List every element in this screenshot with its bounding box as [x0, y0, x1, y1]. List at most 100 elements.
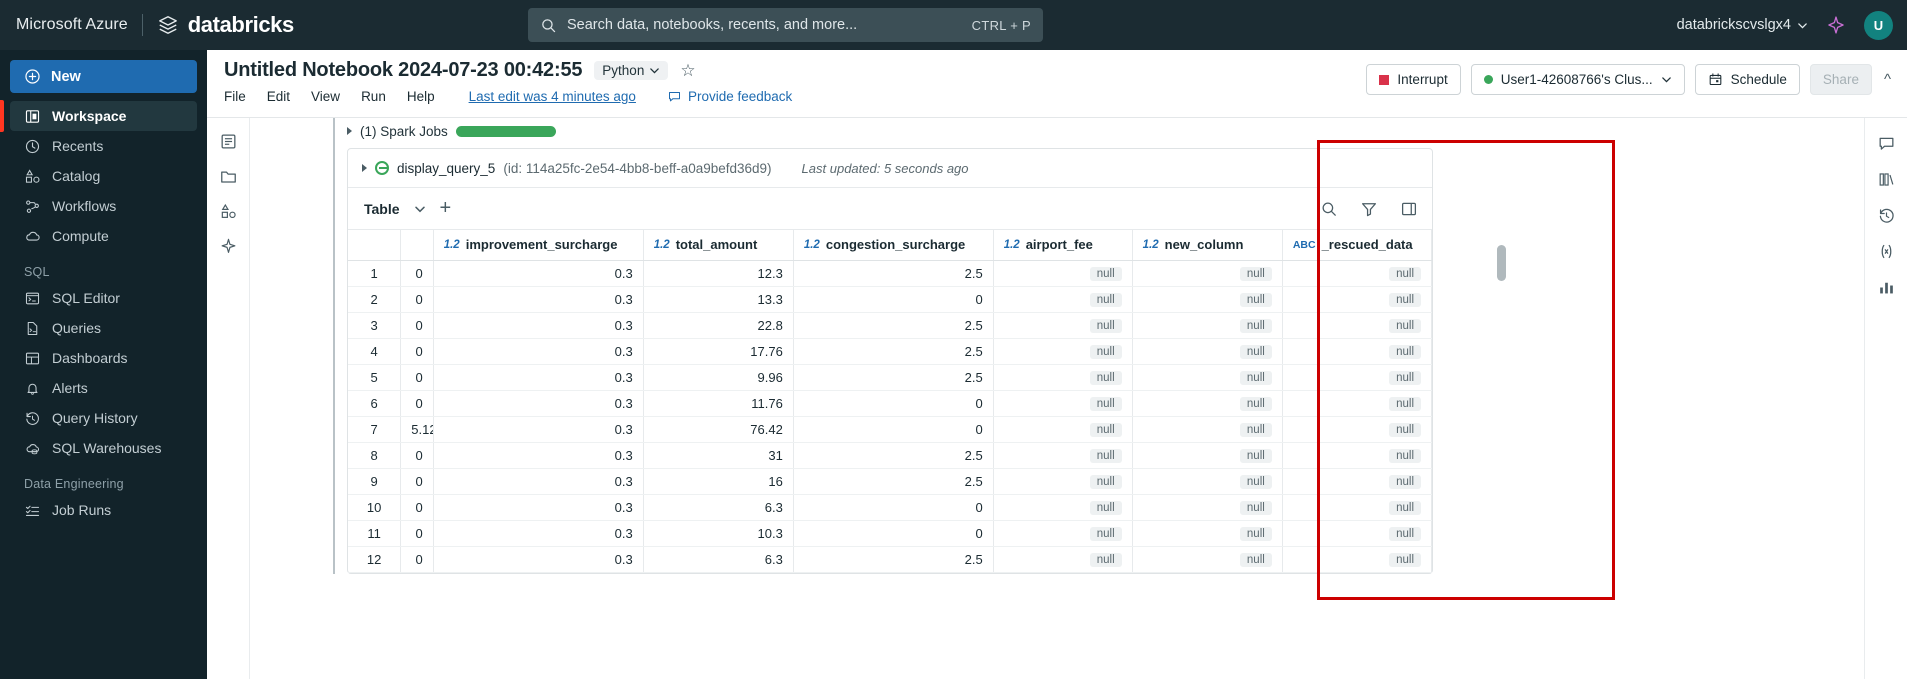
sidebar-item-catalog[interactable]: Catalog: [10, 161, 197, 191]
cell-airport-fee[interactable]: null: [993, 286, 1133, 313]
cell-congestion-surcharge[interactable]: 0: [793, 520, 994, 547]
sidebar-item-queries[interactable]: Queries: [10, 313, 197, 343]
cell-improvement-surcharge[interactable]: 0.3: [433, 364, 644, 391]
cell-rescued-data[interactable]: null: [1282, 520, 1433, 547]
cell-improvement-surcharge[interactable]: 0.3: [433, 442, 644, 469]
sidebar-item-workspace[interactable]: Workspace: [0, 100, 197, 132]
cell-airport-fee[interactable]: null: [993, 260, 1133, 287]
row-index-cell[interactable]: 7: [348, 416, 402, 443]
cell-congestion-surcharge[interactable]: 2.5: [793, 442, 994, 469]
new-button[interactable]: New: [10, 60, 197, 93]
cell-congestion-surcharge[interactable]: 0: [793, 494, 994, 521]
search-icon[interactable]: [1320, 200, 1338, 218]
schedule-button[interactable]: Schedule: [1694, 64, 1800, 95]
table-row[interactable]: 6 0 0.3 11.76 0 null null null: [348, 390, 1433, 417]
menu-run[interactable]: Run: [361, 89, 386, 104]
cell-new-column[interactable]: null: [1132, 546, 1283, 573]
table-row[interactable]: 8 0 0.3 31 2.5 null null null: [348, 442, 1433, 469]
cell-total-amount[interactable]: 16: [643, 468, 794, 495]
cell-rescued-data[interactable]: null: [1282, 338, 1433, 365]
table-row[interactable]: 9 0 0.3 16 2.5 null null null: [348, 468, 1433, 495]
row-index-cell[interactable]: 2: [348, 286, 402, 313]
cell-total-amount[interactable]: 11.76: [643, 390, 794, 417]
menu-file[interactable]: File: [224, 89, 246, 104]
cell-airport-fee[interactable]: null: [993, 312, 1133, 339]
comment-icon[interactable]: [1877, 134, 1896, 153]
data-profile-icon[interactable]: [1877, 278, 1896, 297]
cell-spillover[interactable]: 0: [400, 312, 434, 339]
user-avatar[interactable]: U: [1864, 10, 1893, 40]
cell-new-column[interactable]: null: [1132, 494, 1283, 521]
add-visualization-button[interactable]: +: [440, 197, 452, 220]
cell-total-amount[interactable]: 12.3: [643, 260, 794, 287]
cell-airport-fee[interactable]: null: [993, 494, 1133, 521]
spark-jobs-toggle[interactable]: (1) Spark Jobs: [347, 118, 1515, 144]
cell-spillover[interactable]: 5.12: [400, 416, 434, 443]
cell-total-amount[interactable]: 6.3: [643, 494, 794, 521]
chevron-down-icon[interactable]: [414, 203, 426, 215]
table-row[interactable]: 5 0 0.3 9.96 2.5 null null null: [348, 364, 1433, 391]
cell-improvement-surcharge[interactable]: 0.3: [433, 312, 644, 339]
cell-rescued-data[interactable]: null: [1282, 494, 1433, 521]
provide-feedback-link[interactable]: Provide feedback: [667, 89, 792, 104]
cell-spillover[interactable]: 0: [400, 338, 434, 365]
table-row[interactable]: 10 0 0.3 6.3 0 null null null: [348, 494, 1433, 521]
row-index-cell[interactable]: 9: [348, 468, 402, 495]
cell-new-column[interactable]: null: [1132, 468, 1283, 495]
row-index-cell[interactable]: 4: [348, 338, 402, 365]
table-row[interactable]: 11 0 0.3 10.3 0 null null null: [348, 520, 1433, 547]
databricks-logo[interactable]: databricks: [157, 12, 294, 38]
column-header-improvement-surcharge[interactable]: 1.2 improvement_surcharge: [433, 230, 644, 261]
cell-congestion-surcharge[interactable]: 2.5: [793, 312, 994, 339]
cell-total-amount[interactable]: 13.3: [643, 286, 794, 313]
cell-rescued-data[interactable]: null: [1282, 390, 1433, 417]
column-header-rescued-data[interactable]: ABC _rescued_data: [1282, 230, 1433, 261]
cell-spillover[interactable]: 0: [400, 390, 434, 417]
cell-total-amount[interactable]: 22.8: [643, 312, 794, 339]
cell-new-column[interactable]: null: [1132, 260, 1283, 287]
assistant-sparkle-icon[interactable]: [219, 237, 238, 256]
cell-total-amount[interactable]: 6.3: [643, 546, 794, 573]
cell-congestion-surcharge[interactable]: 2.5: [793, 364, 994, 391]
cell-spillover[interactable]: 0: [400, 494, 434, 521]
workspace-selector[interactable]: databrickscvslgx4: [1677, 17, 1808, 33]
row-index-cell[interactable]: 5: [348, 364, 402, 391]
row-index-cell[interactable]: 10: [348, 494, 402, 521]
cell-total-amount[interactable]: 10.3: [643, 520, 794, 547]
cell-improvement-surcharge[interactable]: 0.3: [433, 416, 644, 443]
cell-improvement-surcharge[interactable]: 0.3: [433, 494, 644, 521]
cell-spillover[interactable]: 0: [400, 520, 434, 547]
sidebar-item-query-history[interactable]: Query History: [10, 403, 197, 433]
cluster-selector-button[interactable]: User1-42608766's Clus...: [1470, 64, 1685, 95]
cell-congestion-surcharge[interactable]: 0: [793, 390, 994, 417]
menu-view[interactable]: View: [311, 89, 340, 104]
table-row[interactable]: 75.120.376.420 null null null: [348, 416, 1433, 443]
cell-congestion-surcharge[interactable]: 2.5: [793, 468, 994, 495]
menu-edit[interactable]: Edit: [267, 89, 290, 104]
cell-new-column[interactable]: null: [1132, 338, 1283, 365]
row-index-cell[interactable]: 12: [348, 546, 402, 573]
cell-congestion-surcharge[interactable]: 2.5: [793, 338, 994, 365]
cell-airport-fee[interactable]: null: [993, 520, 1133, 547]
cell-rescued-data[interactable]: null: [1282, 260, 1433, 287]
row-index-cell[interactable]: 1: [348, 260, 402, 287]
library-icon[interactable]: [1877, 170, 1896, 189]
sidebar-item-recents[interactable]: Recents: [10, 131, 197, 161]
sparkle-icon[interactable]: [1826, 15, 1846, 35]
cell-improvement-surcharge[interactable]: 0.3: [433, 286, 644, 313]
cell-rescued-data[interactable]: null: [1282, 286, 1433, 313]
column-header-airport-fee[interactable]: 1.2 airport_fee: [993, 230, 1133, 261]
cell-new-column[interactable]: null: [1132, 520, 1283, 547]
cell-new-column[interactable]: null: [1132, 312, 1283, 339]
table-row[interactable]: 1 0 0.3 12.3 2.5 null null null: [348, 260, 1433, 287]
table-row[interactable]: 12 0 0.3 6.3 2.5 null null null: [348, 546, 1433, 573]
cell-spillover[interactable]: 0: [400, 260, 434, 287]
row-index-cell[interactable]: 11: [348, 520, 402, 547]
cell-improvement-surcharge[interactable]: 0.3: [433, 546, 644, 573]
cell-improvement-surcharge[interactable]: 0.3: [433, 468, 644, 495]
star-icon[interactable]: ☆: [680, 61, 695, 81]
variables-icon[interactable]: [1877, 242, 1896, 261]
sidebar-item-compute[interactable]: Compute: [10, 221, 197, 251]
last-edit-link[interactable]: Last edit was 4 minutes ago: [469, 89, 636, 104]
global-search-input[interactable]: Search data, notebooks, recents, and mor…: [528, 8, 1043, 42]
